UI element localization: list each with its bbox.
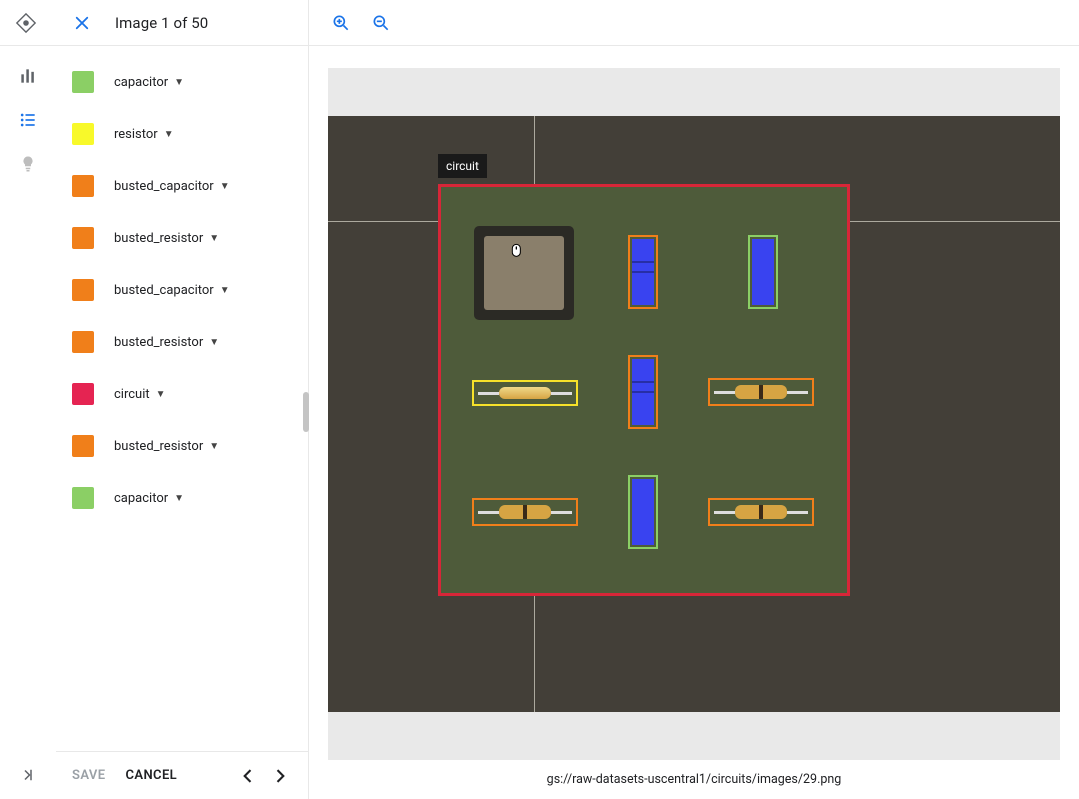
- chevron-down-icon[interactable]: ▼: [220, 181, 230, 192]
- image-path-text: gs://raw-datasets-uscentral1/circuits/im…: [547, 772, 842, 787]
- label-name: capacitor: [114, 491, 168, 506]
- chevron-down-icon[interactable]: ▼: [174, 77, 184, 88]
- content: capacitor▼resistor▼busted_capacitor▼bust…: [0, 46, 1079, 799]
- canvas-area: circuit gs://raw-datasets-uscentral1/cir…: [309, 46, 1079, 799]
- chevron-down-icon[interactable]: ▼: [209, 441, 219, 452]
- chevron-down-icon[interactable]: ▼: [220, 285, 230, 296]
- label-item-busted_resistor[interactable]: busted_resistor ▼: [56, 420, 308, 472]
- chevron-down-icon[interactable]: ▼: [164, 129, 174, 140]
- nav-rail: [0, 46, 56, 799]
- label-name: busted_capacitor: [114, 283, 214, 298]
- label-name: busted_resistor: [114, 335, 203, 350]
- topbar-left: Image 1 of 50: [0, 0, 309, 45]
- label-name: busted_resistor: [114, 231, 203, 246]
- app-logo-icon: [15, 12, 37, 34]
- label-name: busted_capacitor: [114, 179, 214, 194]
- label-list[interactable]: capacitor▼resistor▼busted_capacitor▼bust…: [56, 46, 308, 751]
- topbar: Image 1 of 50: [0, 0, 1079, 46]
- color-swatch: [72, 175, 94, 197]
- next-button[interactable]: [268, 764, 292, 788]
- expand-rail-icon[interactable]: [16, 763, 40, 787]
- sidebar: capacitor▼resistor▼busted_capacitor▼bust…: [56, 46, 309, 799]
- stats-icon[interactable]: [16, 64, 40, 88]
- chevron-down-icon[interactable]: ▼: [156, 389, 166, 400]
- zoom-in-button[interactable]: [327, 9, 355, 37]
- color-swatch: [72, 123, 94, 145]
- label-item-busted_resistor[interactable]: busted_resistor ▼: [56, 316, 308, 368]
- label-item-busted_capacitor[interactable]: busted_capacitor ▼: [56, 264, 308, 316]
- sidebar-footer: SAVE CANCEL: [56, 751, 308, 799]
- label-name: capacitor: [114, 75, 168, 90]
- save-button[interactable]: SAVE: [72, 768, 105, 783]
- label-name: resistor: [114, 127, 158, 142]
- chevron-down-icon[interactable]: ▼: [174, 493, 184, 504]
- cancel-button[interactable]: CANCEL: [125, 768, 177, 783]
- topbar-right: [309, 9, 395, 37]
- list-icon[interactable]: [16, 108, 40, 132]
- label-item-busted_capacitor[interactable]: busted_capacitor ▼: [56, 160, 308, 212]
- color-swatch: [72, 279, 94, 301]
- zoom-out-button[interactable]: [367, 9, 395, 37]
- annotation-circuit[interactable]: [438, 184, 850, 596]
- color-swatch: [72, 435, 94, 457]
- close-button[interactable]: [67, 8, 97, 38]
- color-swatch: [72, 331, 94, 353]
- image-stage[interactable]: circuit: [328, 68, 1060, 760]
- color-swatch: [72, 487, 94, 509]
- prev-button[interactable]: [236, 764, 260, 788]
- label-name: circuit: [114, 387, 150, 402]
- label-item-circuit[interactable]: circuit ▼: [56, 368, 308, 420]
- label-item-capacitor[interactable]: capacitor ▼: [56, 56, 308, 108]
- bulb-icon[interactable]: [16, 152, 40, 176]
- page-title: Image 1 of 50: [115, 14, 208, 32]
- annotation-label-circuit[interactable]: circuit: [438, 154, 487, 178]
- chevron-down-icon[interactable]: ▼: [209, 233, 219, 244]
- color-swatch: [72, 71, 94, 93]
- label-name: busted_resistor: [114, 439, 203, 454]
- color-swatch: [72, 383, 94, 405]
- label-item-busted_resistor[interactable]: busted_resistor ▼: [56, 212, 308, 264]
- label-item-capacitor[interactable]: capacitor ▼: [56, 472, 308, 524]
- chevron-down-icon[interactable]: ▼: [209, 337, 219, 348]
- label-item-resistor[interactable]: resistor ▼: [56, 108, 308, 160]
- color-swatch: [72, 227, 94, 249]
